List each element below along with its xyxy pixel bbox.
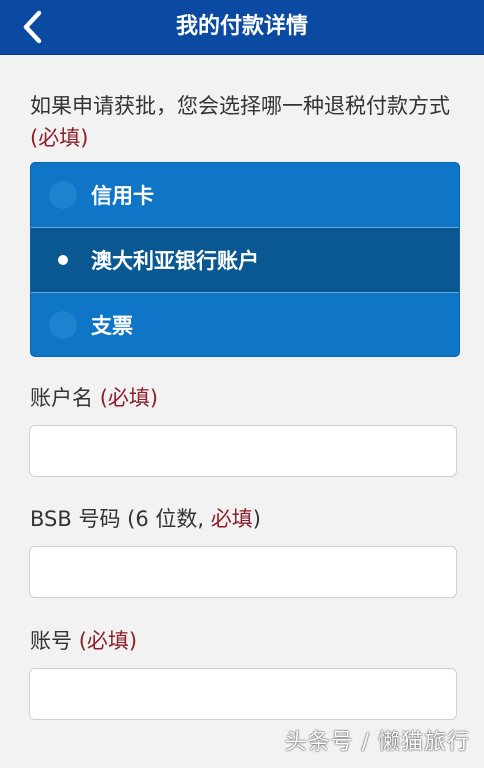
- payment-method-question: 如果申请获批，您会选择哪一种退税付款方式 (必填): [30, 90, 460, 154]
- radio-selected-dot: [58, 255, 68, 265]
- account-number-input[interactable]: [29, 668, 457, 720]
- watermark: 头条号 / 懒猫旅行: [284, 730, 470, 755]
- option-australian-bank-account[interactable]: 澳大利亚银行账户: [31, 228, 459, 293]
- option-label: 信用卡: [91, 184, 154, 208]
- account-number-label: 账号 (必填): [30, 629, 138, 653]
- bsb-label: BSB 号码 (6 位数, 必填): [30, 507, 261, 531]
- header-bar: 我的付款详情: [0, 0, 484, 55]
- option-credit-card[interactable]: 信用卡: [31, 163, 459, 228]
- option-label: 澳大利亚银行账户: [91, 249, 259, 273]
- bsb-input[interactable]: [29, 546, 457, 598]
- option-label: 支票: [91, 314, 133, 338]
- option-cheque[interactable]: 支票: [31, 293, 459, 356]
- required-marker: (必填): [99, 386, 159, 410]
- radio-credit-card[interactable]: [49, 181, 77, 209]
- question-text: 如果申请获批，您会选择哪一种退税付款方式: [30, 94, 450, 118]
- page-title: 我的付款详情: [175, 14, 308, 39]
- account-name-input[interactable]: [29, 425, 457, 477]
- radio-cheque[interactable]: [49, 311, 77, 339]
- payment-method-options: 信用卡 澳大利亚银行账户 支票: [30, 162, 460, 357]
- required-marker: (必填): [78, 629, 138, 653]
- required-marker: 必填: [210, 507, 253, 531]
- account-name-label: 账户名 (必填): [30, 386, 159, 410]
- radio-australian-bank-account[interactable]: [49, 246, 77, 274]
- required-marker: (必填): [30, 126, 89, 150]
